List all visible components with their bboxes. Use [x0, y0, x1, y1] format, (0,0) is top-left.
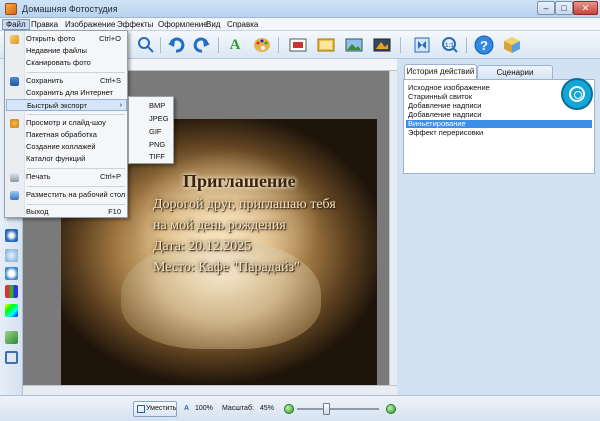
photo-line-3: Дата: 20.12.2025 [153, 239, 252, 254]
photo-line-2: на мой день рождения [153, 218, 286, 233]
history-item[interactable]: Старинный свиток [408, 93, 472, 101]
crop-icon[interactable] [136, 35, 156, 55]
tab-scenarios[interactable]: Сценарии [477, 65, 553, 79]
collage-icon[interactable] [316, 35, 336, 55]
print-icon [10, 173, 19, 182]
photo-line-1: Дорогой друг, приглашаю тебя [153, 197, 336, 212]
tool-rgb-icon[interactable] [5, 285, 18, 298]
text-icon[interactable]: A [225, 35, 245, 55]
actual-size-icon[interactable]: A [184, 405, 189, 412]
title-bar: Домашняя Фотостудия – □ ✕ [0, 0, 600, 18]
menu-item-print[interactable]: Печать Ctrl+P [6, 171, 127, 183]
actual-size-label[interactable]: 100% [195, 405, 213, 412]
export-png[interactable]: PNG [149, 140, 165, 150]
menu-item-slideshow[interactable]: Просмотр и слайд-шоу [6, 117, 127, 129]
svg-text:?: ? [480, 38, 488, 53]
help-icon[interactable]: ? [474, 35, 494, 55]
tool-brush-icon[interactable] [5, 331, 18, 344]
app-icon [5, 3, 17, 15]
menu-image[interactable]: Изображение [62, 19, 118, 30]
actual-size-icon[interactable]: 1:1 [440, 35, 460, 55]
floating-action-button[interactable] [561, 78, 593, 110]
menu-item-catalog[interactable]: Каталог функций [6, 153, 127, 165]
export-gif[interactable]: GIF [149, 127, 162, 137]
photo-title: Приглашение [183, 171, 296, 191]
slideshow-icon [10, 119, 19, 128]
menu-item-exit[interactable]: Выход F10 [6, 206, 127, 218]
export-tiff[interactable]: TIFF [149, 152, 165, 162]
open-folder-icon [10, 35, 19, 44]
zoom-in-icon[interactable] [386, 404, 396, 414]
zoom-out-icon[interactable] [284, 404, 294, 414]
frame-icon[interactable] [288, 35, 308, 55]
undo-icon[interactable] [166, 35, 186, 55]
menu-item-collage[interactable]: Создание коллажей [6, 141, 127, 153]
submenu-arrow-icon: › [119, 102, 122, 109]
history-item[interactable]: Добавление надписи [408, 102, 481, 110]
desktop-icon [10, 191, 19, 200]
menu-edit[interactable]: Правка [28, 19, 61, 30]
tool-crop-icon[interactable] [5, 351, 18, 364]
redo-icon[interactable] [192, 35, 212, 55]
tool-eye-icon[interactable] [5, 267, 18, 280]
menu-item-quick-export[interactable]: Быстрый экспорт › [6, 99, 127, 111]
menu-item-desktop[interactable]: Разместить на рабочий стол [6, 189, 127, 201]
fit-icon[interactable] [412, 35, 432, 55]
window-title: Домашняя Фотостудия [22, 4, 118, 14]
image-icon[interactable] [344, 35, 364, 55]
fit-icon [137, 405, 145, 413]
menu-item-save[interactable]: Сохранить Ctrl+S [6, 75, 127, 87]
history-item-selected[interactable]: Виньетирование [406, 120, 592, 128]
adjust-icon[interactable] [372, 35, 392, 55]
tool-exposure-icon[interactable] [5, 229, 18, 242]
history-panel: История действий Сценарии Исходное изобр… [397, 59, 600, 395]
horizontal-scrollbar[interactable] [23, 385, 397, 395]
tool-lens-icon[interactable] [5, 249, 18, 262]
export-submenu: BMP JPEG GIF PNG TIFF [128, 96, 174, 164]
palette-icon[interactable] [252, 35, 272, 55]
power-icon [569, 86, 585, 102]
tool-color-icon[interactable] [5, 304, 18, 317]
photo-line-4: Место: Кафе "Парадайз" [153, 260, 300, 275]
cake-image [121, 239, 321, 349]
save-icon [10, 77, 19, 86]
box-icon[interactable] [502, 35, 522, 55]
status-bar: Уместить A 100% Масштаб: 45% [0, 395, 600, 421]
menu-file[interactable]: Файл [2, 19, 30, 30]
menu-item-batch[interactable]: Пакетная обработка [6, 129, 127, 141]
menu-item-scan[interactable]: Сканировать фото [6, 57, 127, 69]
history-item[interactable]: Добавление надписи [408, 111, 481, 119]
menu-item-recent[interactable]: Недавние файлы [6, 45, 127, 57]
file-menu: Открыть фото Ctrl+O Недавние файлы Скани… [4, 30, 128, 218]
menu-help[interactable]: Справка [224, 19, 261, 30]
maximize-button[interactable]: □ [555, 1, 573, 15]
menu-view[interactable]: Вид [203, 19, 223, 30]
history-item[interactable]: Исходное изображение [408, 84, 490, 92]
fit-label: Уместить [146, 405, 177, 412]
menu-item-save-web[interactable]: Сохранить для Интернет [6, 87, 127, 99]
minimize-button[interactable]: – [537, 1, 555, 15]
zoom-slider-thumb[interactable] [323, 403, 330, 415]
export-jpeg[interactable]: JPEG [149, 114, 169, 124]
vertical-scrollbar[interactable] [389, 71, 397, 385]
tab-history[interactable]: История действий [404, 64, 477, 79]
scale-value: 45% [260, 405, 275, 412]
menu-item-open[interactable]: Открыть фото Ctrl+O [6, 33, 127, 45]
export-bmp[interactable]: BMP [149, 101, 165, 111]
zoom-slider[interactable] [297, 403, 379, 415]
menu-effects[interactable]: Эффекты [114, 19, 156, 30]
scale-label: Масштаб: [222, 405, 254, 412]
close-button[interactable]: ✕ [573, 1, 598, 15]
fit-button[interactable]: Уместить [133, 401, 177, 417]
history-item[interactable]: Эффект перерисовки [408, 129, 483, 137]
